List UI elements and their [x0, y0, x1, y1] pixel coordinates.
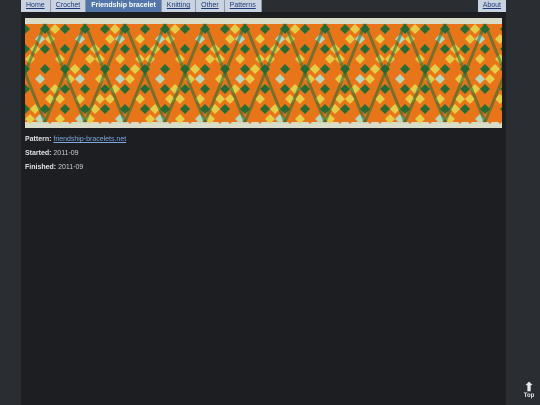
started-row: Started: 2011-09: [25, 150, 79, 157]
top-nav: Home Crochet Friendship bracelet Knittin…: [21, 0, 506, 12]
tab-about[interactable]: About: [477, 0, 506, 12]
finished-label: Finished:: [25, 164, 57, 171]
main-content: Pattern: friendship-bracelets.net Starte…: [21, 12, 506, 405]
bracelet-photo: [25, 18, 502, 128]
pattern-row: Pattern: friendship-bracelets.net: [25, 136, 126, 143]
bracelet-image: [25, 18, 502, 128]
tab-knitting[interactable]: Knitting: [161, 0, 197, 12]
pattern-label: Pattern:: [25, 136, 52, 143]
nav-tabs: Home Crochet Friendship bracelet Knittin…: [21, 0, 262, 12]
tab-other[interactable]: Other: [196, 0, 225, 12]
up-arrow-icon: ⬆: [523, 380, 535, 394]
tab-patterns[interactable]: Patterns: [224, 0, 262, 12]
scroll-top-label: Top: [523, 393, 535, 399]
tab-home[interactable]: Home: [21, 0, 51, 12]
finished-value: 2011-09: [58, 164, 84, 171]
scroll-top-button[interactable]: ⬆ Top: [520, 380, 538, 399]
started-label: Started:: [25, 150, 52, 157]
finished-row: Finished: 2011-09: [25, 164, 83, 171]
pattern-link[interactable]: friendship-bracelets.net: [53, 136, 126, 143]
started-value: 2011-09: [53, 150, 79, 157]
tab-friendship-bracelet[interactable]: Friendship bracelet: [86, 0, 162, 12]
tab-crochet[interactable]: Crochet: [50, 0, 87, 12]
